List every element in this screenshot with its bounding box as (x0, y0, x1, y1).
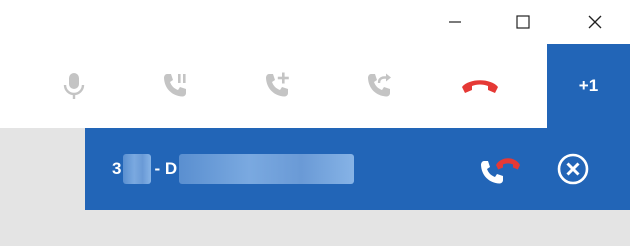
transfer-button[interactable] (350, 44, 410, 128)
call-window: +1 (0, 0, 630, 128)
close-button[interactable] (572, 0, 618, 44)
minimize-icon (449, 21, 461, 23)
hang-up-icon (462, 80, 498, 93)
close-icon (588, 15, 602, 29)
mute-button[interactable] (44, 44, 104, 128)
microphone-icon (63, 73, 85, 99)
remove-call-button[interactable] (551, 147, 595, 191)
hang-up-button[interactable] (450, 44, 510, 128)
maximize-button[interactable] (500, 0, 546, 44)
caller-separator: - D (154, 159, 178, 178)
caller-prefix: 3 (112, 159, 122, 178)
call-toolbar (0, 44, 630, 128)
add-call-button[interactable] (248, 44, 308, 128)
active-call-row[interactable]: 3 - D (85, 128, 630, 210)
phone-swap-icon (481, 158, 520, 184)
redacted-text (123, 154, 152, 184)
title-bar (0, 0, 630, 44)
caller-name: 3 - D (112, 128, 355, 210)
phone-hold-icon (164, 74, 186, 97)
plus-one-tab[interactable]: +1 (547, 44, 630, 128)
swap-call-button[interactable] (478, 147, 522, 191)
phone-add-icon (266, 72, 289, 97)
redacted-text (179, 154, 355, 184)
circle-x-icon (557, 153, 589, 185)
hold-button[interactable] (146, 44, 206, 128)
maximize-icon (516, 15, 530, 29)
plus-one-label: +1 (578, 76, 599, 95)
phone-transfer-icon (368, 73, 391, 97)
minimize-button[interactable] (432, 0, 478, 44)
